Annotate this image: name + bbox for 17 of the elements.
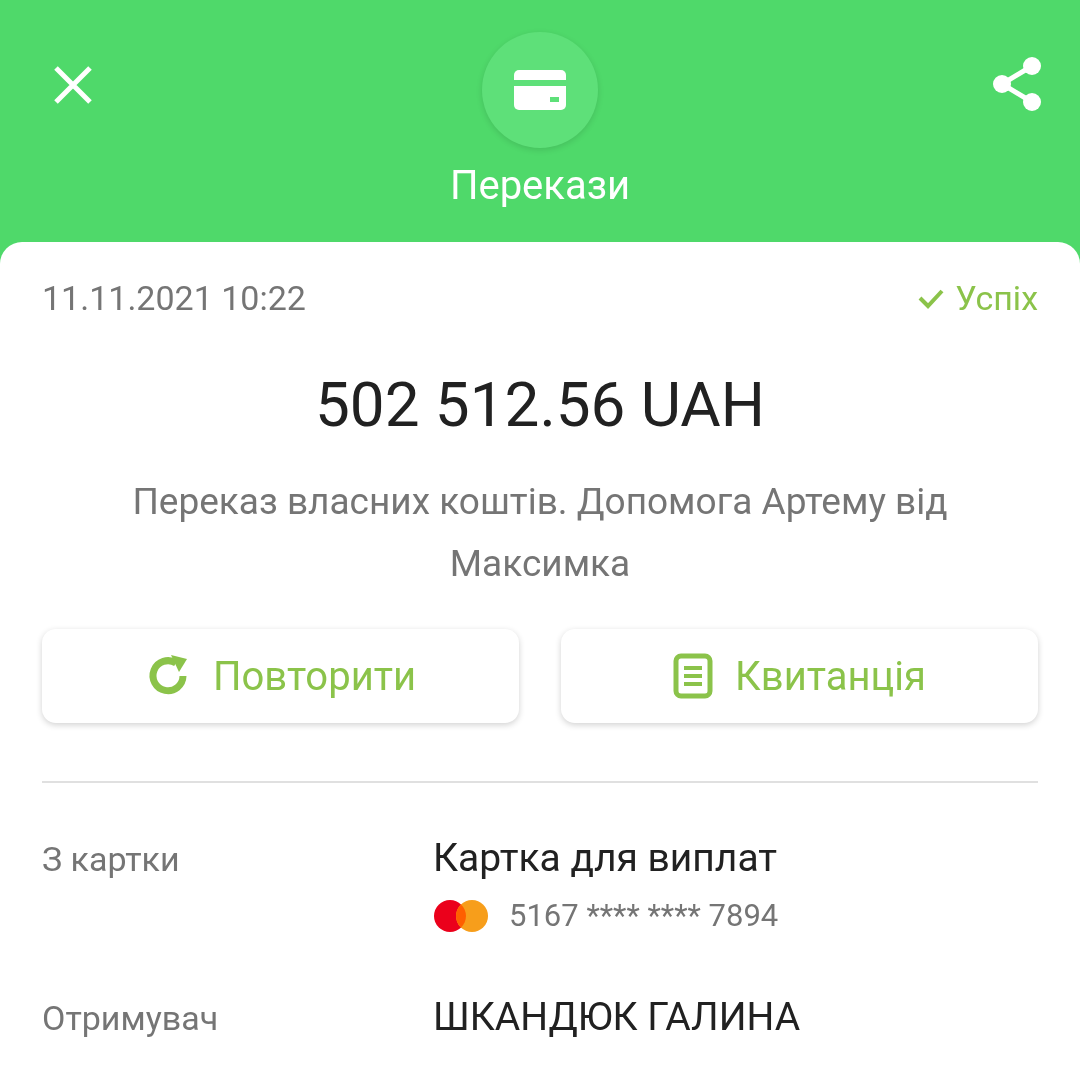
card-number: 5167 **** **** 7894 [509, 897, 779, 934]
close-button[interactable] [52, 64, 94, 106]
status-label: Успіх [955, 278, 1038, 318]
share-button[interactable] [992, 56, 1042, 112]
check-icon [917, 287, 946, 309]
detail-value: Картка для виплат [433, 835, 779, 881]
detail-label: З картки [42, 838, 181, 881]
mastercard-icon [433, 898, 489, 933]
receipt-button[interactable]: Квитанція [561, 629, 1038, 723]
description: Переказ власних коштів. Допомога Артему від Максимка [131, 479, 949, 587]
detail-label: Отримувач [42, 997, 220, 1040]
amount: 502 512.56 UAH [313, 368, 767, 441]
screen-title: Перекази [449, 162, 631, 209]
repeat-button[interactable]: Повторити [42, 629, 519, 723]
document-icon [673, 653, 714, 699]
detail-value: ШКАНДЮК ГАЛИНА [433, 994, 802, 1040]
transaction-date: 11.11.2021 10:22 [42, 278, 306, 318]
